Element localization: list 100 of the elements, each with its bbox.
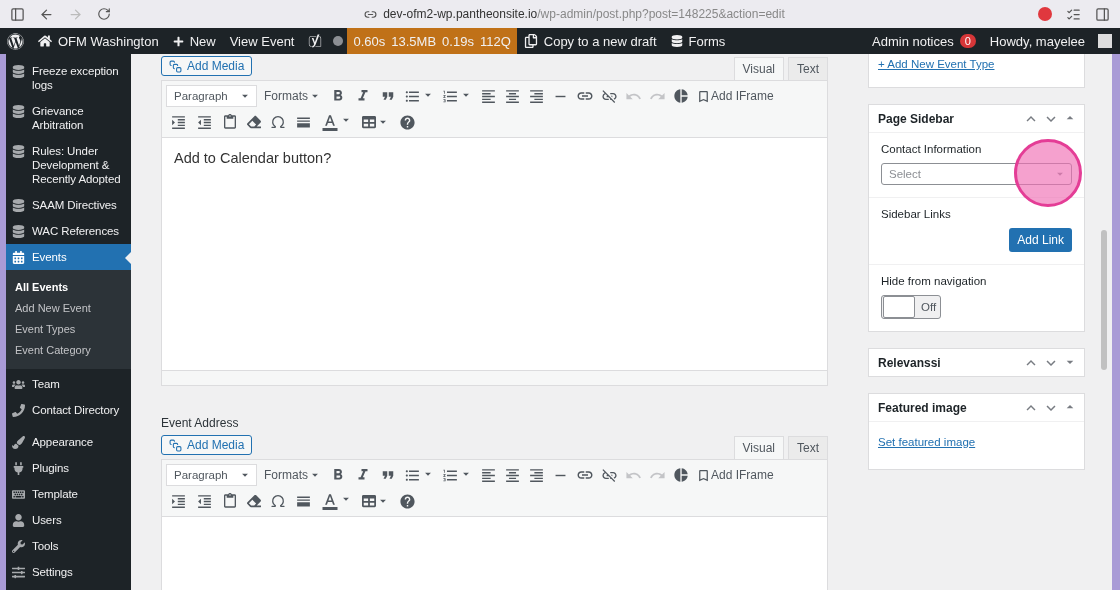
- outdent-icon[interactable]: [196, 113, 213, 131]
- menu-item[interactable]: Rules: Under Development & Recently Adopted: [6, 138, 131, 192]
- new-link[interactable]: New: [165, 28, 223, 54]
- paste-icon[interactable]: [222, 493, 238, 509]
- submenu-item[interactable]: Event Types: [6, 319, 131, 340]
- editor-tab[interactable]: Text: [788, 57, 828, 80]
- indent-icon[interactable]: [170, 113, 187, 131]
- people-icon: [12, 377, 26, 391]
- performance-stat: 112Q: [479, 33, 511, 49]
- copy-icon[interactable]: [523, 34, 538, 48]
- omega-icon[interactable]: [270, 114, 286, 130]
- extension-icon[interactable]: [1038, 7, 1052, 21]
- add-event-type-link[interactable]: + Add New Event Type: [878, 58, 995, 70]
- menu-item[interactable]: Freeze exception logs: [6, 58, 131, 98]
- status-dot: [333, 36, 344, 46]
- database-icon: [12, 64, 26, 78]
- eraser-icon[interactable]: [247, 494, 261, 508]
- omega-icon[interactable]: [270, 493, 286, 509]
- unlink-icon[interactable]: [601, 466, 618, 484]
- add-media-button[interactable]: Add Media: [161, 435, 253, 455]
- panel-title: Relevanssi: [878, 355, 941, 370]
- align-center-icon[interactable]: [504, 87, 521, 105]
- paste-icon[interactable]: [222, 114, 238, 130]
- reload-icon[interactable]: [97, 7, 111, 21]
- formats-dropdown[interactable]: Formats: [264, 89, 322, 103]
- align-left-icon[interactable]: [480, 87, 497, 105]
- menu-item[interactable]: Template: [6, 481, 131, 507]
- toggle-switch[interactable]: Off: [881, 295, 941, 319]
- menu-item[interactable]: Plugins: [6, 455, 131, 481]
- database-icon: [12, 104, 26, 118]
- align-center-icon[interactable]: [504, 466, 521, 484]
- forms-link[interactable]: Forms: [663, 28, 733, 54]
- bookmark-icon[interactable]: [696, 467, 711, 483]
- submenu-item[interactable]: All Events: [6, 277, 131, 298]
- admin-notices-link[interactable]: Admin notices 0: [865, 28, 983, 54]
- panel-title: Featured image: [878, 400, 967, 415]
- plug-icon: [12, 461, 26, 475]
- menu-item[interactable]: Settings: [6, 559, 131, 585]
- menu-item[interactable]: SAAM Directives: [6, 192, 131, 218]
- field-label: Contact Information: [881, 143, 983, 155]
- back-icon[interactable]: [39, 6, 54, 22]
- extensions-icon[interactable]: [1066, 6, 1081, 22]
- brush-icon: [12, 435, 26, 449]
- plus-icon[interactable]: [172, 35, 184, 47]
- address-bar[interactable]: dev-ofm2-wp.pantheonsite.io/wp-admin/post.php?post=148225&action=edit: [383, 7, 785, 21]
- sidebar-toggle-icon[interactable]: [10, 6, 25, 22]
- media-icon[interactable]: [169, 438, 182, 452]
- unlink-icon[interactable]: [601, 87, 618, 105]
- add-iframe-button[interactable]: Add IFrame: [696, 88, 774, 104]
- menu-item[interactable]: Events: [6, 244, 131, 270]
- pie-chart-icon[interactable]: [673, 88, 689, 104]
- bookmark-icon[interactable]: [696, 88, 711, 104]
- account-link[interactable]: Howdy, mayelee: [982, 28, 1092, 54]
- add-media-button[interactable]: Add Media: [161, 56, 253, 76]
- align-left-icon[interactable]: [480, 466, 497, 484]
- formats-dropdown[interactable]: Formats: [264, 468, 322, 482]
- pie-chart-icon[interactable]: [673, 467, 689, 483]
- panel-title: Page Sidebar: [878, 111, 955, 126]
- site-link[interactable]: OFM Washington: [31, 28, 166, 54]
- sidebar-icon[interactable]: [1095, 6, 1110, 22]
- field-label: Event Address: [161, 416, 240, 430]
- help-icon[interactable]: [399, 492, 416, 510]
- scrollbar-thumb[interactable]: [1101, 230, 1107, 370]
- paragraph-select[interactable]: Paragraph: [166, 85, 257, 107]
- editor-box[interactable]: Paragraph Formats Add IFrame: [161, 459, 828, 590]
- performance-stat: 0.19s: [442, 33, 474, 49]
- submenu-item[interactable]: Event Category: [6, 340, 131, 361]
- menu-item[interactable]: Tools: [6, 533, 131, 559]
- menu-item[interactable]: Grievance Arbitration: [6, 98, 131, 138]
- menu-item[interactable]: Appearance: [6, 429, 131, 455]
- indent-icon[interactable]: [170, 492, 187, 510]
- menu-item[interactable]: Team: [6, 371, 131, 397]
- database-icon[interactable]: [670, 35, 683, 47]
- copy-draft-link[interactable]: Copy to a new draft: [516, 28, 664, 54]
- add-link-button[interactable]: Add Link: [1009, 228, 1072, 252]
- user-icon: [12, 513, 26, 527]
- menu-item[interactable]: Users: [6, 507, 131, 533]
- outdent-icon[interactable]: [196, 492, 213, 510]
- align-right-icon[interactable]: [528, 466, 545, 484]
- featured-image-link[interactable]: Set featured image: [878, 436, 976, 448]
- eraser-icon[interactable]: [247, 115, 261, 129]
- help-icon[interactable]: [399, 113, 416, 131]
- submenu-item[interactable]: Add New Event: [6, 298, 131, 319]
- menu-item[interactable]: Contact Directory: [6, 397, 131, 423]
- paragraph-select[interactable]: Paragraph: [166, 464, 257, 486]
- add-iframe-button[interactable]: Add IFrame: [696, 467, 774, 483]
- home-icon[interactable]: [38, 34, 52, 48]
- editor-tab[interactable]: Visual: [733, 436, 784, 459]
- database-icon: [12, 198, 26, 212]
- editor-box[interactable]: Paragraph Formats Add IFrame Add to Calendar button?: [161, 80, 828, 386]
- menu-item[interactable]: WAC References: [6, 218, 131, 244]
- database-icon: [12, 224, 26, 238]
- editor-tab[interactable]: Visual: [733, 57, 784, 80]
- performance-stat: 13.5MB: [391, 33, 437, 49]
- view-link[interactable]: View Event: [222, 28, 302, 54]
- media-icon[interactable]: [169, 59, 182, 73]
- performance-stat: 0.60s: [353, 33, 386, 49]
- align-right-icon[interactable]: [528, 87, 545, 105]
- phone-icon: [12, 403, 26, 417]
- editor-tab[interactable]: Text: [788, 436, 828, 459]
